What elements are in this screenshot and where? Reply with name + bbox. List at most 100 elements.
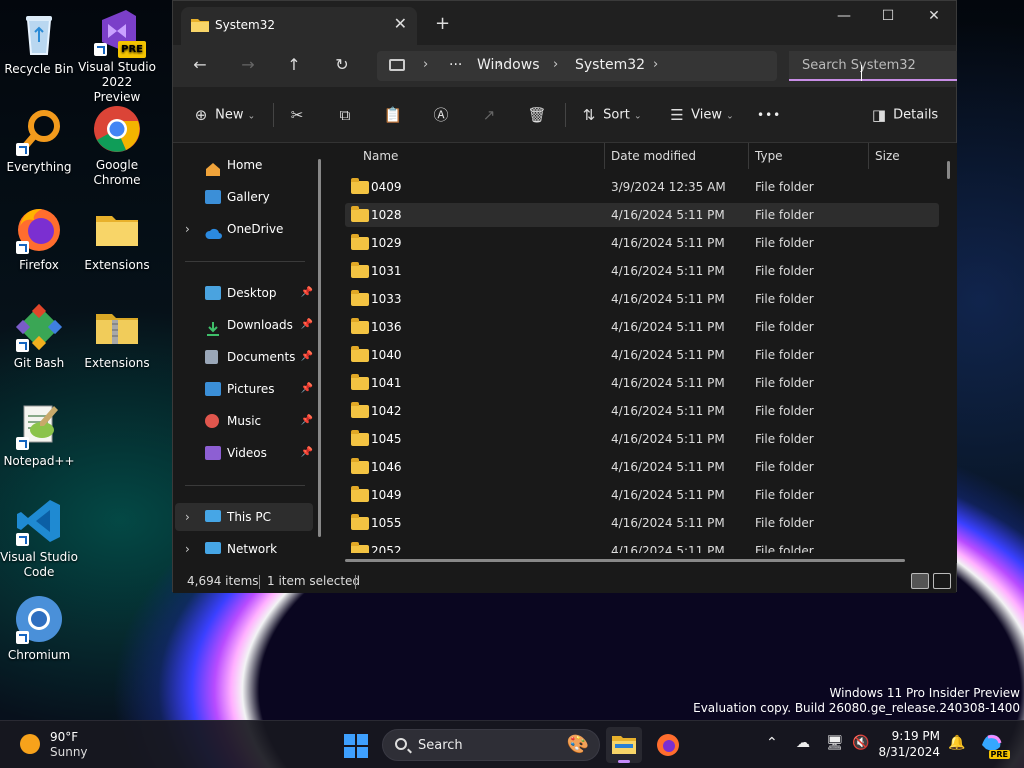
desktop-icon-chromium[interactable]: Chromium: [0, 594, 78, 663]
folder-icon: [92, 204, 142, 254]
search-box[interactable]: [789, 51, 957, 81]
notification-bell-icon[interactable]: 🔔: [948, 735, 965, 751]
file-date: 4/16/2024 5:11 PM: [611, 264, 725, 278]
file-row[interactable]: 1036 4/16/2024 5:11 PM File folder: [345, 315, 939, 339]
onedrive-offline-icon[interactable]: ☁: [796, 735, 810, 751]
tab-system32[interactable]: System32 ✕: [181, 7, 417, 45]
show-hidden-icons-chevron-icon[interactable]: ⌃: [766, 735, 778, 751]
file-row[interactable]: 1042 4/16/2024 5:11 PM File folder: [345, 399, 939, 423]
title-bar[interactable]: System32 ✕ + — ☐ ✕: [173, 1, 956, 45]
taskbar-search-box[interactable]: Search 🎨: [382, 729, 600, 761]
file-row[interactable]: 1031 4/16/2024 5:11 PM File folder: [345, 259, 939, 283]
paste-button[interactable]: 📋: [383, 103, 403, 127]
new-tab-button[interactable]: +: [435, 13, 450, 34]
desktop-icon-google-chrome[interactable]: Google Chrome: [78, 104, 156, 188]
chevron-right-icon[interactable]: ›: [185, 215, 190, 243]
file-row[interactable]: 0409 3/9/2024 12:35 AM File folder: [345, 175, 939, 199]
view-button[interactable]: ☰ View ⌄: [667, 103, 733, 127]
volume-muted-icon[interactable]: 🔇: [852, 735, 869, 751]
file-row[interactable]: 1046 4/16/2024 5:11 PM File folder: [345, 455, 939, 479]
column-type[interactable]: Type: [755, 149, 783, 163]
file-row[interactable]: 1041 4/16/2024 5:11 PM File folder: [345, 371, 939, 395]
nav-item-this-pc[interactable]: › This PC: [175, 503, 313, 531]
column-date-modified[interactable]: Date modified: [611, 149, 696, 163]
file-list-horizontal-scrollbar[interactable]: [345, 559, 905, 562]
nav-item-gallery[interactable]: Gallery: [175, 183, 313, 211]
nav-scrollbar[interactable]: [318, 159, 321, 537]
pin-icon[interactable]: 📌: [301, 279, 313, 307]
nav-item-downloads[interactable]: Downloads 📌: [175, 311, 313, 339]
file-row-selected[interactable]: 1028 4/16/2024 5:11 PM File folder: [345, 203, 939, 227]
column-size[interactable]: Size: [875, 149, 900, 163]
file-row[interactable]: 1055 4/16/2024 5:11 PM File folder: [345, 511, 939, 535]
desktop-icon-git-bash[interactable]: Git Bash: [0, 302, 78, 371]
breadcrumb-windows[interactable]: Windows: [477, 57, 540, 73]
back-button[interactable]: ←: [187, 54, 213, 78]
file-row[interactable]: 2052 4/16/2024 5:11 PM File folder: [345, 539, 939, 553]
nav-label: Home: [227, 158, 263, 172]
pin-icon[interactable]: 📌: [301, 439, 313, 467]
network-icon[interactable]: 🖥: [826, 735, 844, 751]
column-divider[interactable]: [748, 143, 749, 169]
desktop-icon-recycle-bin[interactable]: Recycle Bin: [0, 8, 78, 77]
details-view-button[interactable]: [911, 573, 929, 589]
desktop-icon-vscode[interactable]: Visual Studio Code: [0, 496, 78, 580]
column-name[interactable]: Name: [363, 149, 398, 163]
copy-button[interactable]: ⧉: [335, 103, 355, 127]
share-button[interactable]: ↗: [479, 103, 499, 127]
column-divider[interactable]: [604, 143, 605, 169]
more-options-button[interactable]: •••: [757, 103, 781, 127]
pin-icon[interactable]: 📌: [301, 407, 313, 435]
file-row[interactable]: 1033 4/16/2024 5:11 PM File folder: [345, 287, 939, 311]
forward-button[interactable]: →: [235, 54, 261, 78]
file-row[interactable]: 1045 4/16/2024 5:11 PM File folder: [345, 427, 939, 451]
large-icons-view-button[interactable]: [933, 573, 951, 589]
delete-button[interactable]: 🗑: [527, 103, 547, 127]
nav-item-network[interactable]: › Network: [175, 535, 313, 563]
nav-item-music[interactable]: Music 📌: [175, 407, 313, 435]
clipboard-icon: 📋: [383, 106, 403, 124]
pin-icon[interactable]: 📌: [301, 343, 313, 371]
desktop-icon-extensions-zip[interactable]: Extensions: [78, 302, 156, 371]
search-input[interactable]: [789, 51, 957, 79]
taskbar-file-explorer[interactable]: [606, 727, 642, 763]
desktop-icon-firefox[interactable]: Firefox: [0, 204, 78, 273]
rename-button[interactable]: Ⓐ: [431, 103, 451, 127]
copilot-icon[interactable]: PRE: [980, 731, 1010, 759]
new-button[interactable]: ⊕ New ⌄: [191, 103, 255, 127]
file-list-vertical-scrollbar[interactable]: [947, 161, 950, 179]
pin-icon[interactable]: 📌: [301, 375, 313, 403]
desktop-icon-everything[interactable]: Everything: [0, 106, 78, 175]
desktop-icon-extensions-folder[interactable]: Extensions: [78, 204, 156, 273]
taskbar-firefox[interactable]: [650, 727, 686, 763]
nav-item-pictures[interactable]: Pictures 📌: [175, 375, 313, 403]
breadcrumb-more[interactable]: ···: [449, 57, 462, 73]
minimize-button[interactable]: —: [821, 5, 867, 29]
nav-item-videos[interactable]: Videos 📌: [175, 439, 313, 467]
sort-button[interactable]: ⇅ Sort ⌄: [579, 103, 642, 127]
nav-item-onedrive[interactable]: › OneDrive: [175, 215, 313, 243]
details-button[interactable]: ◨ Details: [869, 103, 938, 127]
file-row[interactable]: 1029 4/16/2024 5:11 PM File folder: [345, 231, 939, 255]
maximize-button[interactable]: ☐: [865, 5, 911, 29]
breadcrumb-system32[interactable]: System32: [575, 57, 645, 73]
pin-icon[interactable]: 📌: [301, 311, 313, 339]
file-row[interactable]: 1040 4/16/2024 5:11 PM File folder: [345, 343, 939, 367]
desktop-icon-visual-studio[interactable]: PRE Visual Studio 2022 Preview: [78, 6, 156, 105]
start-button[interactable]: [344, 734, 368, 758]
close-window-button[interactable]: ✕: [911, 5, 957, 29]
refresh-button[interactable]: ↻: [329, 54, 355, 78]
chevron-right-icon[interactable]: ›: [185, 535, 190, 563]
nav-item-desktop[interactable]: Desktop 📌: [175, 279, 313, 307]
file-row[interactable]: 1049 4/16/2024 5:11 PM File folder: [345, 483, 939, 507]
nav-item-home[interactable]: Home: [175, 151, 313, 179]
clock[interactable]: 9:19 PM 8/31/2024: [876, 728, 940, 760]
cut-button[interactable]: ✂: [287, 103, 307, 127]
column-divider[interactable]: [868, 143, 869, 169]
desktop-icon-notepad-plus-plus[interactable]: Notepad++: [0, 400, 78, 469]
tab-close-icon[interactable]: ✕: [394, 14, 407, 33]
up-button[interactable]: ↑: [281, 54, 307, 78]
address-bar[interactable]: › ··· › Windows › System32 ›: [377, 51, 777, 81]
chevron-right-icon[interactable]: ›: [185, 503, 190, 531]
nav-item-documents[interactable]: Documents 📌: [175, 343, 313, 371]
